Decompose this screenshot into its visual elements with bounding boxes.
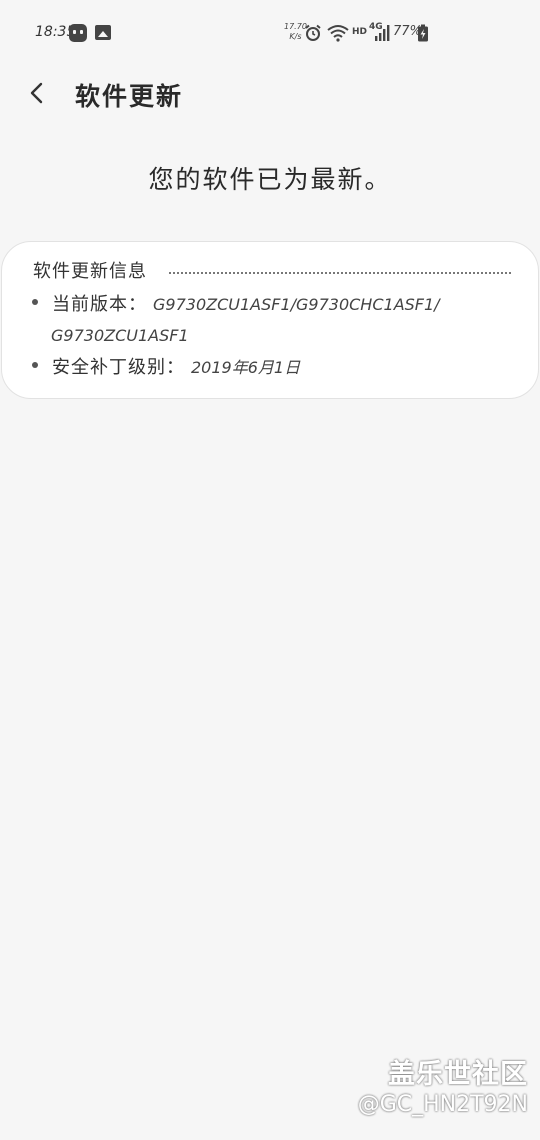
current-version-label: 当前版本： bbox=[52, 294, 147, 315]
security-patch-value: 2019年6月1日 bbox=[191, 358, 301, 377]
app-header: 软件更新 bbox=[0, 66, 540, 122]
update-info-card: 软件更新信息 当前版本： G9730ZCU1ASF1/G9730CHC1ASF1/… bbox=[1, 241, 539, 399]
community-watermark: 盖乐世社区 bbox=[388, 1059, 528, 1090]
alarm-icon bbox=[304, 24, 322, 42]
card-title: 软件更新信息 bbox=[33, 261, 147, 282]
signal-strength-icon bbox=[374, 24, 390, 42]
security-patch-row: 安全补丁级别： 2019年6月1日 bbox=[32, 353, 300, 379]
card-header: 软件更新信息 bbox=[33, 258, 511, 282]
current-version-value-continued: G9730ZCU1ASF1 bbox=[51, 326, 189, 345]
battery-charging-icon bbox=[417, 24, 429, 42]
user-watermark: @GC_HN2T92N bbox=[357, 1092, 528, 1117]
network-speed-unit: K/s bbox=[289, 32, 302, 41]
current-version-row: 当前版本： G9730ZCU1ASF1/G9730CHC1ASF1/ bbox=[32, 290, 440, 316]
page-title: 软件更新 bbox=[75, 82, 184, 111]
up-to-date-message: 您的软件已为最新。 bbox=[148, 165, 392, 194]
back-button[interactable] bbox=[20, 76, 54, 110]
bullet-icon bbox=[32, 299, 38, 305]
security-patch-label: 安全补丁级别： bbox=[52, 357, 185, 378]
wifi-icon bbox=[327, 24, 349, 42]
current-version-value: G9730ZCU1ASF1/G9730CHC1ASF1/ bbox=[153, 295, 440, 314]
dotted-divider bbox=[169, 272, 511, 274]
bullet-icon bbox=[32, 362, 38, 368]
notification-app-icon bbox=[69, 24, 87, 42]
gallery-notification-icon bbox=[95, 25, 111, 40]
screen: 18:35 17.70 K/s HD 4G 77% 软件更新 您的软件已为最新。… bbox=[0, 0, 540, 1140]
hd-voice-label: HD bbox=[352, 27, 368, 37]
status-bar: 18:35 17.70 K/s HD 4G 77% bbox=[0, 0, 540, 66]
chevron-left-icon bbox=[30, 82, 43, 104]
